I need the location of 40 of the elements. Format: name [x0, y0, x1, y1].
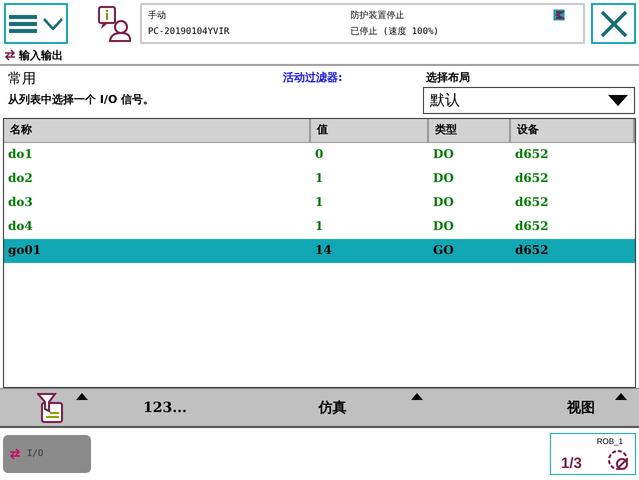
layout-label: 选择布局 [425, 70, 471, 85]
table-cell: go01 [4, 239, 311, 263]
table-cell: 14 [311, 239, 429, 263]
swap-arrows-icon [9, 448, 21, 460]
column-header[interactable]: 设备 [511, 119, 635, 143]
close-button[interactable] [591, 3, 636, 44]
toolbar-button[interactable]: 仿真 [230, 389, 434, 426]
layout-dropdown[interactable]: 默认 [423, 87, 635, 114]
close-icon [600, 10, 628, 38]
column-header[interactable]: 类型 [429, 119, 511, 143]
signal-row[interactable]: do2 1 DO d652 [4, 167, 635, 191]
table-cell: d652 [511, 239, 635, 263]
io-taskbar-button[interactable]: I/O [3, 435, 91, 473]
table-cell: GO [429, 239, 511, 263]
page-title: 输入输出 [19, 48, 63, 62]
info-person-icon [97, 4, 131, 42]
status-text: 已停止 (速度 100%) [350, 26, 440, 38]
signal-row[interactable]: go01 14 GO d652 [4, 239, 635, 263]
active-filter-label: 活动过滤器: [282, 70, 344, 85]
toolbar-button[interactable]: 123... [100, 389, 230, 426]
column-header[interactable]: 值 [311, 119, 429, 143]
dropdown-triangle-icon [608, 95, 628, 106]
controller-name: PC-20190104YVIR [148, 26, 230, 37]
mode-text: 手动 [148, 10, 167, 22]
disabled-circle-icon [607, 449, 629, 471]
menu-icon [9, 14, 37, 32]
safety-text: 防护装置停止 [350, 10, 406, 22]
section-description: 从列表中选择一个 I/O 信号。 [8, 92, 156, 107]
section-title: 常用 [8, 70, 37, 88]
signal-row[interactable]: do3 1 DO d652 [4, 191, 635, 215]
menu-button[interactable] [4, 3, 68, 44]
column-header[interactable]: 名称 [4, 119, 311, 143]
chevron-down-icon [43, 18, 63, 30]
robot-status-icon [553, 9, 565, 22]
signal-row[interactable]: do4 1 DO d652 [4, 215, 635, 239]
filter-list-icon [37, 392, 63, 422]
toolbar-button[interactable]: 视图 [434, 389, 639, 426]
signal-row[interactable]: do1 0 DO d652 [4, 143, 635, 167]
quickset-button[interactable]: ROB_1 1/3 [550, 433, 636, 475]
swap-arrows-icon [4, 49, 16, 61]
